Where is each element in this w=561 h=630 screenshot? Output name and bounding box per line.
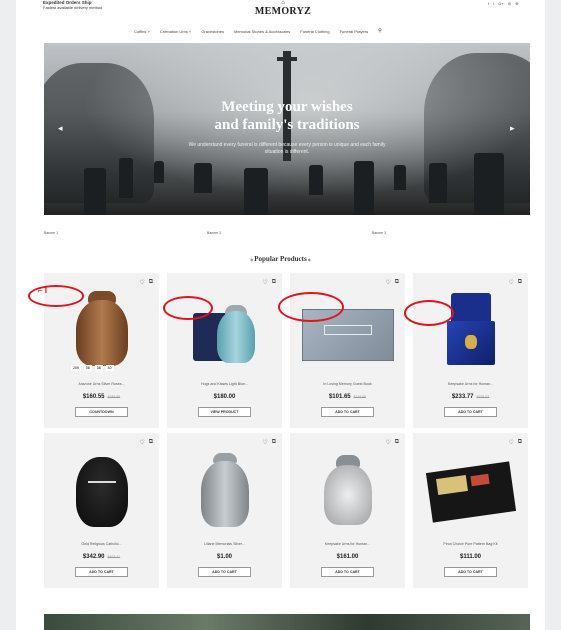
twitter-icon[interactable]: t: [493, 1, 494, 6]
gravestone: [84, 168, 106, 215]
compare-icon[interactable]: ⧉: [518, 439, 522, 446]
add-to-cart-button[interactable]: ADD TO CART: [198, 567, 251, 577]
wishlist-icon[interactable]: ♡: [262, 439, 267, 446]
view-product-button[interactable]: VIEW PRODUCT: [198, 407, 251, 417]
wishlist-icon[interactable]: ♡: [508, 439, 513, 446]
product-name[interactable]: Liliane Memorials Silver...: [167, 542, 282, 546]
next-section-banner: [44, 614, 530, 630]
product-name[interactable]: In Loving Memory Guest Book: [290, 382, 405, 386]
gravestone: [394, 165, 406, 190]
add-to-cart-button[interactable]: ADD TO CART: [75, 567, 128, 577]
wishlist-icon[interactable]: ♡: [385, 439, 390, 446]
gravestone: [194, 163, 212, 193]
page: Expedited Orders Ship Fastest available …: [16, 0, 545, 630]
compare-icon[interactable]: ⧉: [149, 439, 153, 446]
logo-text: MEMORYZ: [254, 6, 312, 17]
compare-icon[interactable]: ⧉: [149, 279, 153, 286]
hero-title: Meeting your wishes and family's traditi…: [214, 99, 360, 133]
gravestone: [154, 161, 164, 183]
top-header: Expedited Orders Ship Fastest available …: [16, 0, 545, 22]
social-links: f t G+ ◎ ⊕: [488, 1, 519, 6]
instagram-icon[interactable]: ◎: [508, 1, 512, 6]
nav-item-funeral-prayers[interactable]: Funeral Prayers: [340, 29, 368, 34]
product-card[interactable]: ♡ ⧉ Liliane Memorials Silver... $1.00 ADD…: [167, 433, 282, 588]
gravestone: [474, 153, 504, 215]
countdown-timer: 209 06 38 40: [71, 365, 114, 371]
red-annotation: [278, 292, 344, 322]
product-price: $161.00: [336, 554, 359, 560]
red-annotation: [28, 285, 84, 307]
wishlist-icon[interactable]: ♡: [139, 439, 144, 446]
product-price: $180.00: [213, 394, 236, 400]
add-to-cart-button[interactable]: ADD TO CART: [321, 407, 374, 417]
compare-icon[interactable]: ⧉: [272, 279, 276, 286]
nav-item-cremation-urns[interactable]: Cremation Urns ˅: [160, 29, 191, 34]
gravestone: [119, 158, 133, 198]
product-image[interactable]: [185, 451, 265, 531]
product-name[interactable]: Pinot Choice Pure Pattern Bag Kit: [413, 542, 528, 546]
wishlist-icon[interactable]: ♡: [508, 279, 513, 286]
product-card[interactable]: ♡ ⧉ Pinot Choice Pure Pattern Bag Kit $11…: [413, 433, 528, 588]
compare-icon[interactable]: ⧉: [395, 439, 399, 446]
shipping-subtitle: Fastest available delivery method: [43, 5, 103, 10]
product-name[interactable]: Keepsake Urns for Human...: [413, 382, 528, 386]
product-card[interactable]: ♡ ⧉ Keepsake Urns for Human... $233.77 $27…: [413, 273, 528, 428]
banner-1[interactable]: Banner 1: [44, 231, 58, 235]
red-annotation: [404, 300, 454, 326]
add-to-cart-button[interactable]: ADD TO CART: [444, 567, 497, 577]
countdown-button[interactable]: COUNTDOWN: [75, 407, 128, 417]
product-image[interactable]: [425, 451, 517, 531]
banner-3[interactable]: Banner 3: [372, 231, 386, 235]
logo[interactable]: ⌂ MEMORYZ: [250, 0, 316, 17]
product-image[interactable]: [62, 451, 142, 531]
google-plus-icon[interactable]: G+: [498, 1, 503, 6]
product-price: $1.00: [216, 554, 232, 560]
product-image[interactable]: [308, 451, 388, 531]
gravestone: [244, 168, 268, 215]
wishlist-icon[interactable]: ♡: [262, 279, 267, 286]
compare-icon[interactable]: ⧉: [518, 279, 522, 286]
red-annotation: ⌐Ꞁ: [38, 286, 48, 295]
product-name[interactable]: Gold Religious Catholic...: [44, 542, 159, 546]
wishlist-icon[interactable]: ♡: [139, 279, 144, 286]
shipping-info: Expedited Orders Ship Fastest available …: [43, 0, 102, 10]
gravestone: [309, 165, 323, 195]
nav-item-memorial-stones[interactable]: Memorial Stones & Accessories: [234, 29, 290, 34]
nav-item-funeral-clothing[interactable]: Funeral Clothing: [300, 29, 329, 34]
product-card[interactable]: ♡ ⧉ Keepsake Urns for Human... $161.00 AD…: [290, 433, 405, 588]
product-price: $111.00: [459, 554, 482, 560]
slider-prev-icon[interactable]: ◂: [58, 123, 63, 134]
add-to-cart-button[interactable]: ADD TO CART: [444, 407, 497, 417]
hero-slider: Meeting your wishes and family's traditi…: [44, 43, 530, 215]
section-title: ◆ Popular Products ◆: [250, 255, 311, 263]
product-price: $233.77 $275.03: [451, 394, 490, 400]
red-annotation: [163, 296, 213, 320]
pinterest-icon[interactable]: ⊕: [515, 1, 518, 6]
product-name[interactable]: Keepsake Urns for Human...: [290, 542, 405, 546]
product-price: $160.55 $188.88: [82, 394, 121, 400]
nav-item-gravestones[interactable]: Gravestones: [201, 29, 224, 34]
product-price: $342.90 $403.41: [82, 554, 121, 560]
facebook-icon[interactable]: f: [488, 1, 489, 6]
banner-2[interactable]: Banner 2: [207, 231, 221, 235]
add-to-cart-button[interactable]: ADD TO CART: [321, 567, 374, 577]
product-price: $101.65 $119.59: [328, 394, 367, 400]
compare-icon[interactable]: ⧉: [272, 439, 276, 446]
product-card[interactable]: ♡ ⧉ Gold Religious Catholic... $342.90 $40…: [44, 433, 159, 588]
hero-subtitle: We understand every funeral is different…: [188, 142, 386, 155]
product-name[interactable]: Hugs and Kisses Light Blue...: [167, 382, 282, 386]
compare-icon[interactable]: ⧉: [395, 279, 399, 286]
gravestone: [429, 163, 447, 203]
nav-item-coffins[interactable]: Coffins ˅: [134, 29, 150, 34]
slider-next-icon[interactable]: ▸: [510, 123, 515, 134]
wishlist-icon[interactable]: ♡: [385, 279, 390, 286]
main-nav: Coffins ˅ Cremation Urns ˅ Gravestones M…: [134, 28, 382, 34]
search-icon[interactable]: ⚲: [378, 28, 382, 34]
product-name[interactable]: Arazune Urns Silver Roses...: [44, 382, 159, 386]
gravestone: [354, 161, 374, 215]
